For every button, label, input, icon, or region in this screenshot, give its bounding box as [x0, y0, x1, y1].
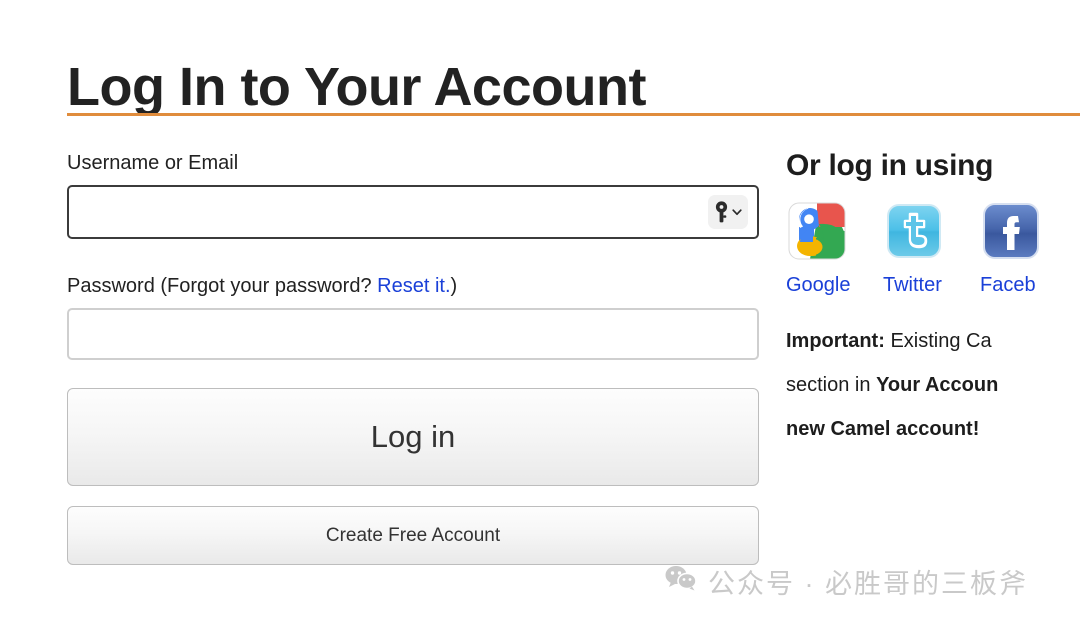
social-label-facebook[interactable]: Faceb: [980, 274, 1042, 297]
create-free-account-button[interactable]: Create Free Account: [67, 506, 759, 565]
notice-line-3-bold: new Camel account!: [786, 418, 980, 440]
social-provider-google[interactable]: Google: [786, 200, 851, 297]
social-label-twitter[interactable]: Twitter: [883, 274, 945, 297]
title-divider: [67, 113, 1080, 116]
facebook-icon: [980, 200, 1042, 262]
password-label: Password (Forgot your password? Reset it…: [67, 273, 759, 299]
social-provider-row: Google Twitter Faceb: [786, 200, 1080, 297]
log-in-button[interactable]: Log in: [67, 388, 759, 486]
username-input[interactable]: [67, 185, 759, 239]
twitter-icon: [883, 200, 945, 262]
wechat-icon: [664, 564, 698, 599]
notice-line-1-rest: Existing Ca: [884, 330, 992, 352]
notice-line-2-plain: section in: [786, 374, 877, 396]
page-title: Log In to Your Account: [67, 57, 646, 118]
login-form: Username or Email Password (Forgot your …: [67, 150, 759, 565]
important-notice: Important: Existing Ca section in Your A…: [786, 319, 1080, 451]
login-page: Log In to Your Account Username or Email: [0, 0, 1080, 631]
social-provider-facebook[interactable]: Faceb: [980, 200, 1042, 297]
key-icon: [713, 201, 730, 223]
password-label-suffix: ): [450, 275, 458, 297]
google-icon: [786, 200, 848, 262]
password-manager-key-button[interactable]: [708, 195, 748, 229]
watermark-text: 公众号 · 必胜哥的三板斧: [708, 569, 1028, 599]
notice-lead: Important:: [786, 330, 885, 352]
social-login-heading: Or log in using: [786, 149, 994, 182]
reset-password-link[interactable]: Reset it.: [377, 275, 450, 297]
username-field-wrap: [67, 185, 759, 239]
password-label-prefix: Password (Forgot your password?: [67, 275, 378, 297]
notice-line-3: new Camel account!: [786, 407, 1080, 451]
notice-line-2-bold: Your Accoun: [876, 374, 999, 396]
chevron-down-icon: [731, 206, 743, 218]
notice-line-1: Important: Existing Ca: [786, 319, 1080, 363]
password-input[interactable]: [67, 308, 759, 360]
social-login-panel: Or log in using Google Twitter Faceb Imp…: [786, 148, 1080, 451]
social-label-google[interactable]: Google: [786, 274, 851, 297]
notice-line-2: section in Your Accoun: [786, 363, 1080, 407]
social-provider-twitter[interactable]: Twitter: [883, 200, 945, 297]
watermark: 公众号 · 必胜哥的三板斧: [664, 562, 1028, 601]
password-field-wrap: [67, 308, 759, 360]
username-label: Username or Email: [67, 152, 239, 174]
